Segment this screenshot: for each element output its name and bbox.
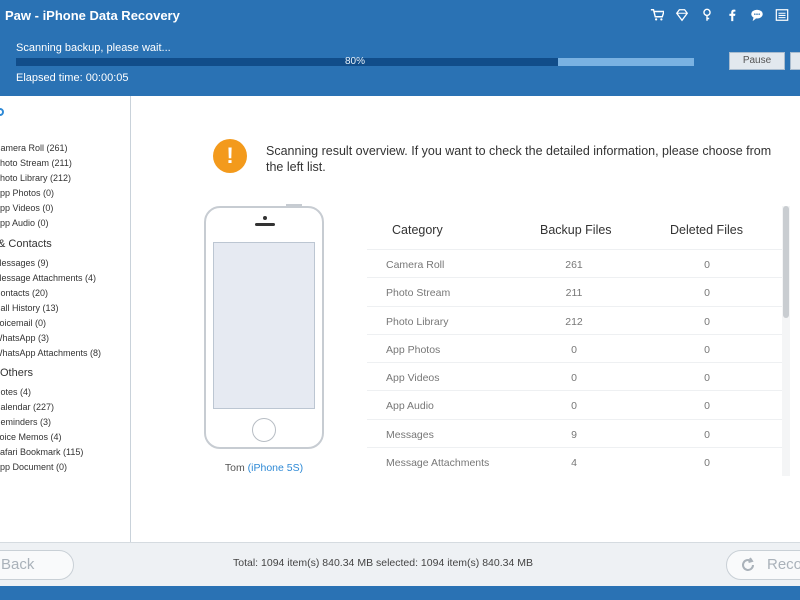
sidebar-item-app-photos[interactable]: App Photos (0) <box>0 188 54 198</box>
sidebar-item-notes[interactable]: Notes (4) <box>0 387 31 397</box>
table-row: App Videos 0 0 <box>367 362 782 390</box>
sidebar-item-voice-memos[interactable]: Voice Memos (4) <box>0 432 62 442</box>
footer-bar: Back Total: 1094 item(s) 840.34 MB selec… <box>0 542 800 586</box>
menu-icon[interactable] <box>774 7 790 23</box>
sidebar-item-message-attachments[interactable]: Message Attachments (4) <box>0 273 96 283</box>
title-bar: Paw - iPhone Data Recovery <box>0 0 800 31</box>
sidebar-item-voicemail[interactable]: Voicemail (0) <box>0 318 46 328</box>
elapsed-time: Elapsed time: 00:00:05 <box>16 72 129 84</box>
cart-icon[interactable] <box>649 7 665 23</box>
device-model: (iPhone 5S) <box>247 462 304 474</box>
warning-icon: ! <box>213 139 247 173</box>
table-row: Photo Library 212 0 <box>367 305 782 334</box>
key-icon[interactable] <box>699 7 715 23</box>
sidebar-item-whatsapp[interactable]: WhatsApp (3) <box>0 333 49 343</box>
recover-label: Recover <box>767 556 800 573</box>
scan-status-text: Scanning backup, please wait... <box>16 42 171 54</box>
selection-summary: Total: 1094 item(s) 840.34 MB selected: … <box>233 557 533 569</box>
sidebar-item-app-document[interactable]: App Document (0) <box>0 462 67 472</box>
progress-percent: 80% <box>344 56 365 67</box>
table-body: Camera Roll 261 0 Photo Stream 211 0 Pho… <box>367 249 782 475</box>
column-header-backup-files: Backup Files <box>540 223 612 237</box>
main-panel: ! Scanning result overview. If you want … <box>132 96 800 542</box>
sidebar-item-call-history[interactable]: Call History (13) <box>0 303 59 313</box>
sidebar-item-photo-library[interactable]: Photo Library (212) <box>0 173 71 183</box>
recover-button[interactable]: Recover <box>726 550 800 580</box>
sidebar-item-photo-stream[interactable]: Photo Stream (211) <box>0 158 72 168</box>
sidebar-group-others[interactable]: Others <box>0 367 33 379</box>
column-header-category: Category <box>392 223 443 237</box>
table-row: Messages 9 0 <box>367 418 782 447</box>
overview-message: Scanning result overview. If you want to… <box>266 144 772 174</box>
column-header-deleted-files: Deleted Files <box>670 223 743 237</box>
facebook-icon[interactable] <box>724 7 740 23</box>
sidebar-group-messages-contacts[interactable]: & Contacts <box>0 238 52 250</box>
sidebar-item-camera-roll[interactable]: Camera Roll (261) <box>0 143 68 153</box>
scan-progress-panel: Scanning backup, please wait... 80% Elap… <box>0 31 800 96</box>
table-row: App Photos 0 0 <box>367 333 782 362</box>
sidebar-item-whatsapp-attachments[interactable]: WhatsApp Attachments (8) <box>0 348 101 358</box>
result-table: Category Backup Files Deleted Files Came… <box>367 209 782 479</box>
titlebar-icons <box>649 7 790 23</box>
chat-icon[interactable] <box>749 7 765 23</box>
diamond-icon[interactable] <box>674 7 690 23</box>
window-title: Paw - iPhone Data Recovery <box>5 8 180 23</box>
table-header: Category Backup Files Deleted Files <box>367 209 782 249</box>
stop-button[interactable] <box>790 52 800 70</box>
table-scrollbar[interactable] <box>782 206 790 476</box>
bottom-strip <box>0 586 800 600</box>
sidebar-item-app-audio[interactable]: App Audio (0) <box>0 218 49 228</box>
sidebar-item-app-videos[interactable]: App Videos (0) <box>0 203 53 213</box>
back-button[interactable]: Back <box>0 550 74 580</box>
iphone-illustration <box>204 204 324 449</box>
recover-icon <box>742 557 754 571</box>
sidebar-item-safari-bookmark[interactable]: Safari Bookmark (115) <box>0 447 83 457</box>
select-all-radio[interactable] <box>0 108 4 116</box>
sidebar-item-contacts[interactable]: Contacts (20) <box>0 288 48 298</box>
scrollbar-thumb[interactable] <box>783 206 789 318</box>
category-sidebar: Camera Roll (261) Photo Stream (211) Pho… <box>0 96 131 542</box>
sidebar-item-messages[interactable]: Messages (9) <box>0 258 49 268</box>
pause-button[interactable]: Pause <box>729 52 785 70</box>
device-owner: Tom <box>224 462 245 474</box>
table-row: Message Attachments 4 0 <box>367 447 782 475</box>
phone-screen <box>213 242 315 409</box>
sidebar-item-reminders[interactable]: Reminders (3) <box>0 417 51 427</box>
device-label: Tom (iPhone 5S) <box>204 462 324 474</box>
table-row: App Audio 0 0 <box>367 390 782 418</box>
table-row: Photo Stream 211 0 <box>367 277 782 305</box>
home-button-icon <box>252 418 276 442</box>
table-row: Camera Roll 261 0 <box>367 249 782 277</box>
sidebar-item-calendar[interactable]: Calendar (227) <box>0 402 54 412</box>
